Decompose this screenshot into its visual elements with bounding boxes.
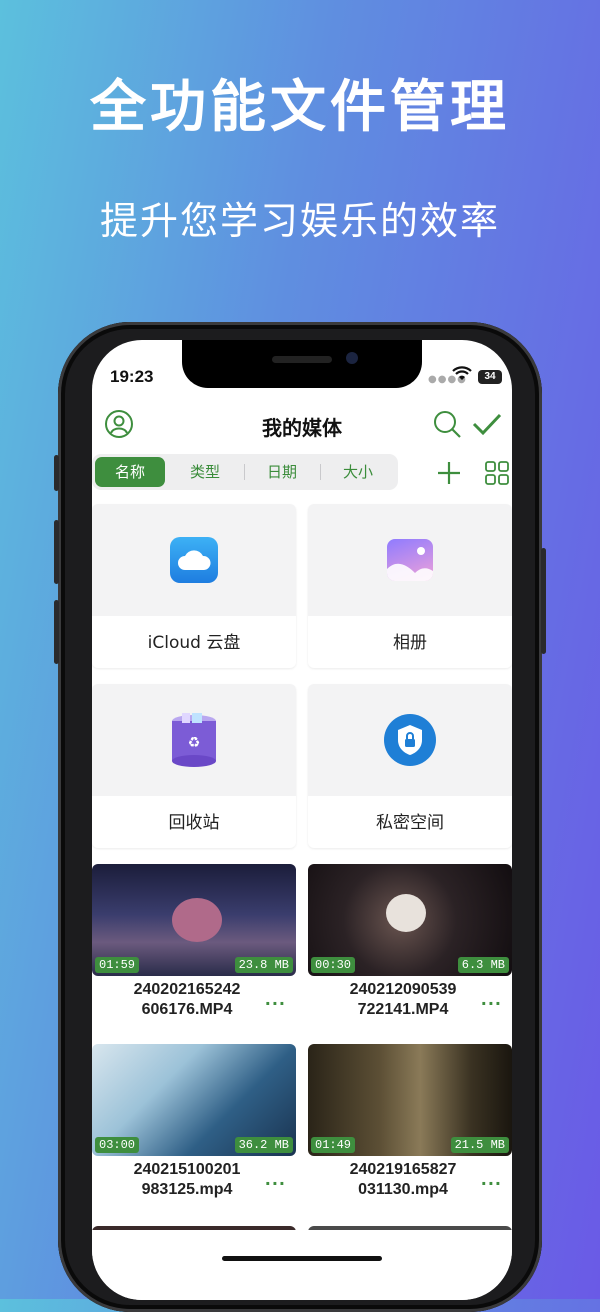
folder-card-photos[interactable]: 相册 xyxy=(308,504,512,668)
phone-side-button xyxy=(54,455,59,491)
video-filename: 240219165827 031130.mp4 xyxy=(318,1160,488,1200)
trash-icon: ♻ xyxy=(170,711,218,767)
status-bar: 19:23 ●●●● 34 xyxy=(92,364,512,386)
promo-headline: 全功能文件管理 xyxy=(90,75,510,140)
more-icon[interactable]: ... xyxy=(481,1170,502,1189)
more-icon[interactable]: ... xyxy=(265,990,286,1009)
wifi-icon xyxy=(452,366,472,386)
status-time: 19:23 xyxy=(110,367,154,386)
svg-text:♻: ♻ xyxy=(188,735,201,751)
tab-sort-date[interactable]: 日期 xyxy=(247,457,317,487)
folder-card-icloud[interactable]: iCloud 云盘 xyxy=(92,504,296,668)
camera xyxy=(346,352,358,364)
home-indicator[interactable] xyxy=(222,1256,382,1261)
video-filename: 240215100201 983125.mp4 xyxy=(102,1160,272,1200)
icloud-icon xyxy=(170,537,218,583)
filename-line: 983125.mp4 xyxy=(141,1181,233,1198)
folder-card-private[interactable]: 私密空间 xyxy=(308,684,512,848)
tab-sort-name[interactable]: 名称 xyxy=(95,457,165,487)
video-thumbnail: 01:49 21.5 MB xyxy=(308,1044,512,1156)
filename-line: 606176.MP4 xyxy=(141,1001,233,1018)
battery-icon: 34 xyxy=(478,370,502,384)
filename-line: 240219165827 xyxy=(349,1161,457,1178)
video-size: 21.5 MB xyxy=(450,1137,509,1153)
bottom-fade xyxy=(92,1230,512,1300)
video-card[interactable]: 01:49 21.5 MB 240219165827 031130.mp4 ..… xyxy=(308,1044,512,1206)
navbar: 我的媒体 xyxy=(92,400,512,448)
filename-line: 722141.MP4 xyxy=(357,1001,449,1018)
tab-sort-size[interactable]: 大小 xyxy=(323,457,393,487)
folder-label: iCloud 云盘 xyxy=(147,633,241,653)
search-icon[interactable] xyxy=(430,407,464,441)
video-size: 23.8 MB xyxy=(234,957,293,973)
tab-sort-type[interactable]: 类型 xyxy=(170,457,240,487)
phone-volume-up xyxy=(54,520,59,584)
video-thumbnail: 01:59 23.8 MB xyxy=(92,864,296,976)
folder-label: 私密空间 xyxy=(376,813,444,833)
filename-line: 240212090539 xyxy=(349,981,457,998)
select-check-icon[interactable] xyxy=(470,407,504,441)
video-duration: 01:59 xyxy=(95,957,140,973)
video-filename: 240212090539 722141.MP4 xyxy=(318,980,488,1020)
phone-screen: 19:23 ●●●● 34 我的媒体 名称 类型 日期 大小 iCloud 云盘… xyxy=(92,340,512,1300)
filename-line: 031130.mp4 xyxy=(358,1181,448,1198)
photos-icon xyxy=(387,539,433,581)
video-card[interactable]: 00:30 6.3 MB 240212090539 722141.MP4 ... xyxy=(308,864,512,1026)
speaker xyxy=(272,356,332,363)
filename-line: 240202165242 xyxy=(133,981,241,998)
filename-line: 240215100201 xyxy=(133,1161,241,1178)
folder-thumb xyxy=(308,504,512,616)
segment-divider xyxy=(244,464,245,480)
video-filename: 240202165242 606176.MP4 xyxy=(102,980,272,1020)
shield-lock-icon xyxy=(384,714,436,766)
grid-view-icon[interactable] xyxy=(480,456,512,490)
folder-label: 相册 xyxy=(393,633,427,653)
folder-card-trash[interactable]: ♻ 回收站 xyxy=(92,684,296,848)
video-scene xyxy=(386,894,426,932)
folder-thumb: ♻ xyxy=(92,684,296,796)
video-scene xyxy=(172,898,222,942)
folder-thumb xyxy=(308,684,512,796)
phone-power-button xyxy=(541,548,546,654)
video-thumbnail: 00:30 6.3 MB xyxy=(308,864,512,976)
video-size: 36.2 MB xyxy=(234,1137,293,1153)
folder-thumb xyxy=(92,504,296,616)
phone-volume-down xyxy=(54,600,59,664)
video-duration: 01:49 xyxy=(311,1137,356,1153)
folder-label: 回收站 xyxy=(168,813,220,833)
more-icon[interactable]: ... xyxy=(481,990,502,1009)
video-duration: 03:00 xyxy=(95,1137,140,1153)
video-duration: 00:30 xyxy=(311,957,356,973)
add-icon[interactable] xyxy=(432,456,466,490)
more-icon[interactable]: ... xyxy=(265,1170,286,1189)
video-size: 6.3 MB xyxy=(457,957,509,973)
video-card[interactable]: 03:00 36.2 MB 240215100201 983125.mp4 ..… xyxy=(92,1044,296,1206)
video-thumbnail: 03:00 36.2 MB xyxy=(92,1044,296,1156)
video-card[interactable]: 01:59 23.8 MB 240202165242 606176.MP4 ..… xyxy=(92,864,296,1026)
sort-segmented-control: 名称 类型 日期 大小 xyxy=(92,454,398,490)
segment-divider xyxy=(320,464,321,480)
promo-subline: 提升您学习娱乐的效率 xyxy=(99,199,500,243)
